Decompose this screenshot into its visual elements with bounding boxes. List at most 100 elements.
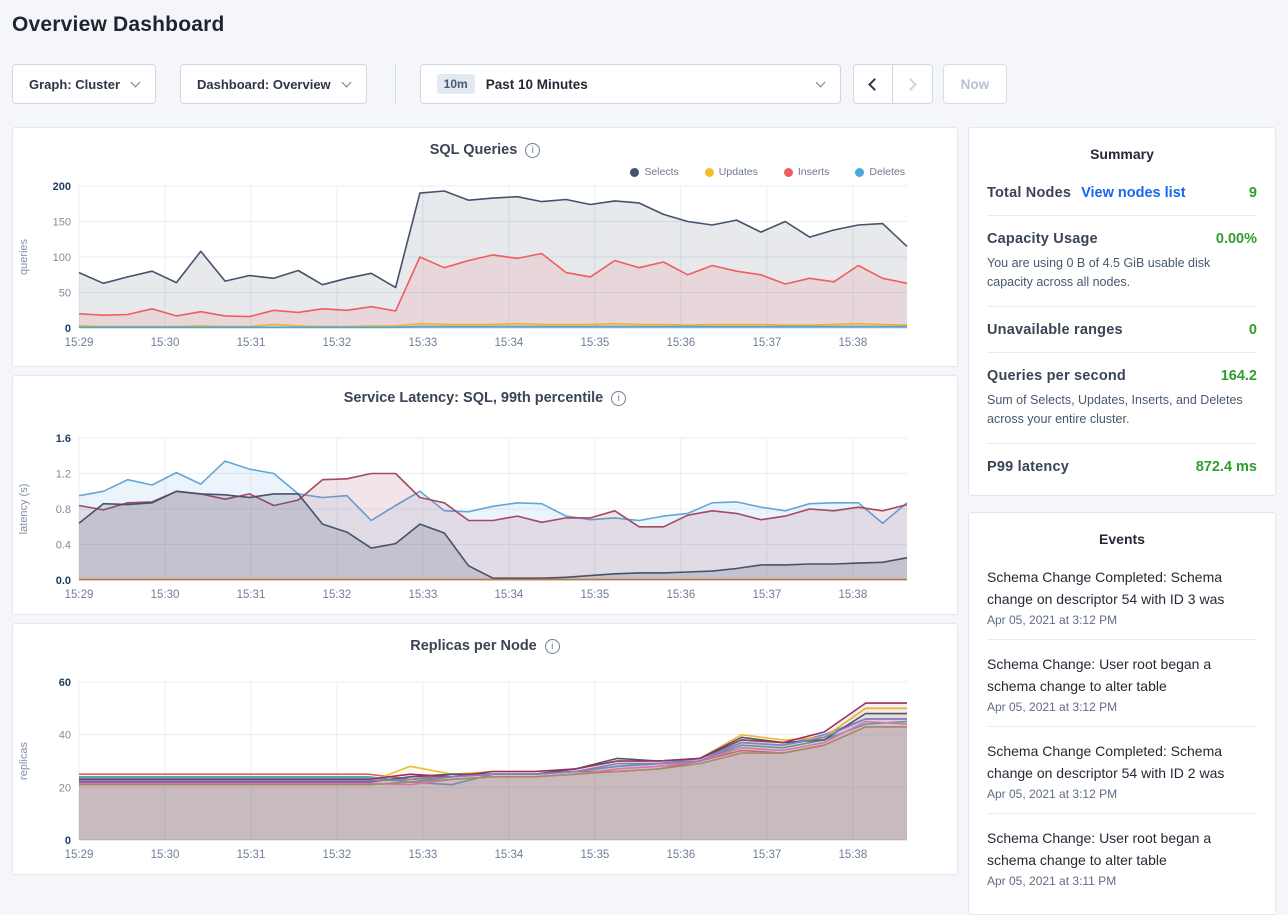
event-timestamp: Apr 05, 2021 at 3:11 PM [987,874,1257,888]
chart-panel-replicas-per-node: Replicas per Node i 15:2915:3015:3115:32… [12,623,958,875]
legend-item-deletes[interactable]: Deletes [855,164,905,180]
legend-label: Inserts [798,166,830,178]
event-item[interactable]: Schema Change Completed: Schema change o… [987,553,1257,640]
event-timestamp: Apr 05, 2021 at 3:12 PM [987,613,1257,627]
svg-text:15:35: 15:35 [580,849,609,861]
svg-text:15:37: 15:37 [752,337,781,349]
divider [395,64,396,104]
sql-queries-chart[interactable]: 15:2915:3015:3115:3215:3315:3415:3515:36… [13,180,957,354]
svg-text:0.4: 0.4 [56,540,71,552]
time-range-label: Past 10 Minutes [486,77,588,92]
event-message: Schema Change: User root began a schema … [987,827,1257,871]
summary-subtext: You are using 0 B of 4.5 GiB usable disk… [987,254,1257,292]
time-range-dropdown[interactable]: 10m Past 10 Minutes [420,64,841,104]
chevron-down-icon [341,77,351,87]
svg-text:15:29: 15:29 [65,849,94,861]
summary-label: P99 latency [987,459,1069,475]
main-area: SQL Queries i Selects Updates Inserts Delet… [12,127,1276,915]
time-nav-group [853,64,933,104]
svg-text:1.6: 1.6 [56,433,71,445]
time-range-badge: 10m [437,74,475,94]
chart-header: Replicas per Node i [13,634,957,658]
legend-dot-icon [855,168,864,177]
svg-text:15:35: 15:35 [580,589,609,601]
svg-text:15:31: 15:31 [237,849,266,861]
svg-text:15:30: 15:30 [151,589,180,601]
summary-value: 0 [1249,322,1257,338]
event-item[interactable]: Schema Change Completed: Schema change o… [987,727,1257,814]
service-latency-chart[interactable]: 15:2915:3015:3115:3215:3315:3415:3515:36… [13,432,957,606]
event-message: Schema Change: User root began a schema … [987,653,1257,697]
dashboard-dropdown[interactable]: Dashboard: Overview [180,64,367,104]
info-icon[interactable]: i [545,639,560,654]
chart-header: Service Latency: SQL, 99th percentile i [13,386,957,410]
chevron-left-icon [868,78,881,91]
svg-text:15:36: 15:36 [666,849,695,861]
summary-label: Queries per second [987,368,1126,384]
time-prev-button[interactable] [853,64,893,104]
svg-text:100: 100 [53,252,71,264]
svg-text:150: 150 [53,217,71,229]
svg-text:latency (s): latency (s) [18,484,30,535]
legend-item-selects[interactable]: Selects [630,164,678,180]
replicas-per-node-chart[interactable]: 15:2915:3015:3115:3215:3315:3415:3515:36… [13,676,957,866]
svg-text:15:32: 15:32 [323,337,352,349]
legend-item-inserts[interactable]: Inserts [784,164,830,180]
summary-label: Unavailable ranges [987,322,1123,338]
summary-label: Capacity Usage [987,231,1098,247]
summary-row-p99-latency: P99 latency 872.4 ms [987,444,1257,489]
event-timestamp: Apr 05, 2021 at 3:12 PM [987,700,1257,714]
svg-text:15:32: 15:32 [323,589,352,601]
page-title: Overview Dashboard [12,13,1276,37]
chart-title-replicas-per-node: Replicas per Node [410,638,537,654]
chart-header: SQL Queries i [13,138,957,162]
event-message: Schema Change Completed: Schema change o… [987,566,1257,610]
legend-label: Deletes [869,166,905,178]
legend-item-updates[interactable]: Updates [705,164,758,180]
svg-text:50: 50 [59,288,71,300]
graph-dropdown[interactable]: Graph: Cluster [12,64,156,104]
view-nodes-list-link[interactable]: View nodes list [1081,185,1186,201]
svg-text:15:37: 15:37 [752,849,781,861]
svg-text:15:34: 15:34 [495,849,524,861]
summary-value: 164.2 [1221,368,1257,384]
event-item[interactable]: Schema Change: User root began a schema … [987,814,1257,900]
controls-bar: Graph: Cluster Dashboard: Overview 10m P… [12,64,1276,104]
chart-title-sql-queries: SQL Queries [430,142,518,158]
svg-text:15:30: 15:30 [151,849,180,861]
chart-panel-sql-queries: SQL Queries i Selects Updates Inserts Delet… [12,127,958,367]
legend-dot-icon [630,168,639,177]
svg-text:15:38: 15:38 [838,849,867,861]
chart-legend: Selects Updates Inserts Deletes [13,162,957,180]
svg-text:15:29: 15:29 [65,337,94,349]
svg-text:15:33: 15:33 [409,337,438,349]
events-title: Events [987,527,1257,547]
svg-text:15:38: 15:38 [838,589,867,601]
summary-subtext: Sum of Selects, Updates, Inserts, and De… [987,391,1257,429]
svg-text:1.2: 1.2 [56,469,71,481]
summary-value: 0.00% [1216,231,1257,247]
summary-label: Total Nodes [987,185,1071,201]
svg-text:15:31: 15:31 [237,337,266,349]
chevron-down-icon [815,78,825,88]
svg-text:15:33: 15:33 [409,589,438,601]
charts-column: SQL Queries i Selects Updates Inserts Delet… [12,127,958,915]
chart-title-service-latency: Service Latency: SQL, 99th percentile [344,390,604,406]
info-icon[interactable]: i [611,391,626,406]
svg-text:200: 200 [53,181,71,193]
event-item[interactable]: Schema Change: User root began a schema … [987,640,1257,727]
now-button[interactable]: Now [943,64,1008,104]
summary-panel: Summary Total Nodes View nodes list 9 Ca… [968,127,1276,496]
overview-dashboard-page: Overview Dashboard Graph: Cluster Dashbo… [0,13,1288,915]
time-next-button[interactable] [893,64,933,104]
svg-text:15:30: 15:30 [151,337,180,349]
legend-dot-icon [705,168,714,177]
info-icon[interactable]: i [525,143,540,158]
svg-text:15:34: 15:34 [495,589,524,601]
svg-text:15:31: 15:31 [237,589,266,601]
svg-text:replicas: replicas [18,742,30,780]
svg-text:15:35: 15:35 [580,337,609,349]
svg-text:15:29: 15:29 [65,589,94,601]
summary-value: 872.4 ms [1196,459,1257,475]
legend-label: Selects [644,166,678,178]
